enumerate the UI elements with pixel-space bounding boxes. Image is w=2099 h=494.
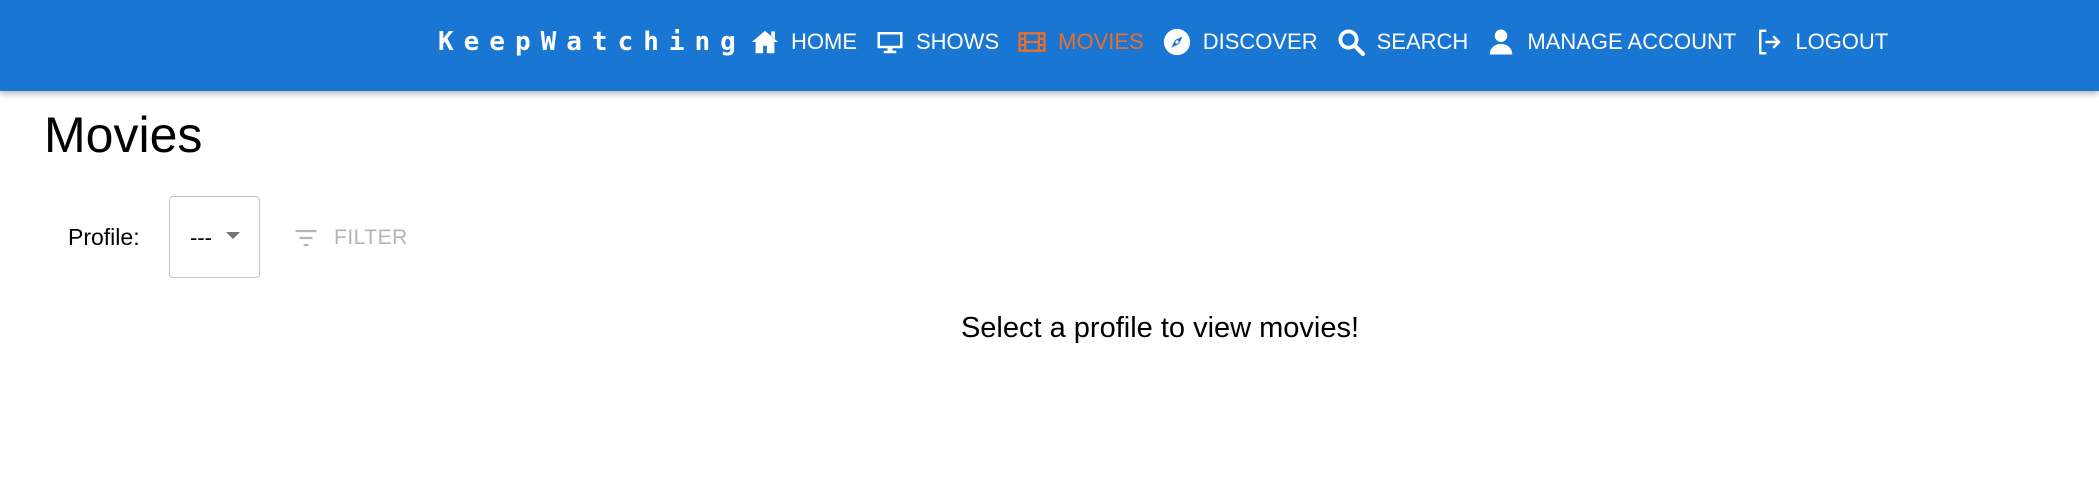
nav-logout[interactable]: LOGOUT <box>1754 27 1888 57</box>
profile-label: Profile: <box>68 224 140 250</box>
film-icon <box>1017 27 1047 57</box>
home-icon <box>750 27 780 57</box>
nav-discover-label: DISCOVER <box>1202 29 1318 54</box>
profile-select[interactable]: --- <box>169 196 260 278</box>
nav-home[interactable]: HOME <box>750 27 857 57</box>
page-title: Movies <box>44 107 203 163</box>
nav-manage-account[interactable]: MANAGE ACCOUNT <box>1486 27 1736 57</box>
nav-shows[interactable]: SHOWS <box>875 27 999 57</box>
nav-movies-label: MOVIES <box>1058 29 1144 54</box>
nav-shows-label: SHOWS <box>916 29 1000 54</box>
user-icon <box>1486 27 1516 57</box>
nav-search-label: SEARCH <box>1376 29 1469 54</box>
nav-home-label: HOME <box>791 29 857 54</box>
nav-manage-account-label: MANAGE ACCOUNT <box>1527 29 1737 54</box>
filter-icon <box>295 229 317 247</box>
nav-search[interactable]: SEARCH <box>1336 27 1469 57</box>
app-bar: KeepWatching HOME SHOWS MOVIES DISCOVER <box>0 0 2099 91</box>
main-nav: HOME SHOWS MOVIES DISCOVER SEARCH MANAGE… <box>750 0 1906 84</box>
nav-discover[interactable]: DISCOVER <box>1162 27 1318 57</box>
compass-icon <box>1162 27 1192 57</box>
profile-select-value: --- <box>190 225 212 250</box>
logout-icon <box>1754 27 1784 57</box>
nav-logout-label: LOGOUT <box>1795 29 1889 54</box>
chevron-down-icon <box>226 232 240 239</box>
tv-icon <box>875 27 905 57</box>
search-icon <box>1336 27 1366 57</box>
brand-logo[interactable]: KeepWatching <box>438 0 746 84</box>
nav-movies[interactable]: MOVIES <box>1017 27 1144 57</box>
filter-button-label: FILTER <box>334 226 408 249</box>
filter-button[interactable]: FILTER <box>292 222 408 254</box>
empty-state-message: Select a profile to view movies! <box>960 312 1360 344</box>
